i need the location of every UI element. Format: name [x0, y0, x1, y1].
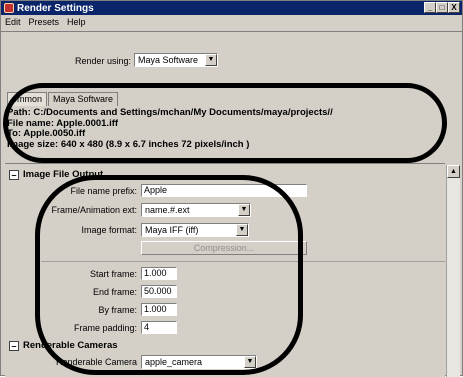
render-using-label: Render using: [75, 56, 132, 66]
output-to: To: Apple.0050.iff [7, 128, 86, 139]
render-using-dropdown[interactable]: Maya Software ▼ [134, 53, 218, 67]
renderable-cameras-header[interactable]: – Renderable Cameras [9, 340, 118, 351]
scroll-up-icon[interactable]: ▲ [447, 165, 460, 178]
minimize-button[interactable]: _ [424, 2, 436, 13]
start-frame-input[interactable]: 1.000 [141, 267, 177, 280]
chevron-down-icon: ▼ [244, 356, 256, 368]
by-frame-label: By frame: [98, 305, 137, 315]
image-format-value: Maya IFF (iff) [145, 225, 199, 235]
file-name-prefix-label: File name prefix: [70, 186, 137, 196]
chevron-down-icon: ▼ [238, 204, 250, 216]
render-using-value: Maya Software [138, 55, 199, 65]
start-frame-label: Start frame: [89, 269, 137, 279]
renderable-camera-dropdown[interactable]: apple_camera ▼ [141, 355, 257, 369]
by-frame-input[interactable]: 1.000 [141, 303, 177, 316]
menu-presets[interactable]: Presets [29, 17, 60, 27]
file-name-prefix-input[interactable]: Apple [141, 184, 307, 197]
image-format-label: Image format: [81, 225, 137, 235]
collapse-icon[interactable]: – [9, 169, 19, 180]
tab-strip: ommon Maya Software [7, 92, 119, 106]
frame-animation-ext-label: Frame/Animation ext: [51, 205, 137, 215]
render-settings-window: Render Settings _ □ X Edit Presets Help … [0, 0, 463, 377]
end-frame-label: End frame: [92, 287, 137, 297]
chevron-down-icon: ▼ [205, 54, 217, 66]
compression-button: Compression... [141, 241, 307, 255]
renderable-cameras-title: Renderable Cameras [23, 340, 118, 351]
tab-maya-software[interactable]: Maya Software [48, 92, 119, 106]
end-frame-input[interactable]: 50.000 [141, 285, 177, 298]
frame-animation-ext-dropdown[interactable]: name.#.ext ▼ [141, 203, 251, 217]
frame-animation-ext-value: name.#.ext [145, 205, 190, 215]
output-image-size: Image size: 640 x 480 (8.9 x 6.7 inches … [7, 138, 250, 150]
vertical-scrollbar[interactable]: ▲ [446, 165, 460, 377]
maya-app-icon [4, 3, 14, 13]
tab-common[interactable]: ommon [7, 92, 48, 106]
frame-padding-label: Frame padding: [73, 323, 137, 333]
output-path: Path: C:/Documents and Settings/mchan/My… [7, 107, 333, 118]
render-using-row: Render using: Maya Software ▼ [1, 31, 462, 91]
image-file-output-header[interactable]: – Image File Output [9, 169, 103, 180]
output-info: Path: C:/Documents and Settings/mchan/My… [7, 107, 333, 150]
title-bar[interactable]: Render Settings _ □ X [1, 1, 462, 15]
renderable-camera-value: apple_camera [145, 357, 203, 367]
menu-edit[interactable]: Edit [5, 17, 21, 27]
maximize-button[interactable]: □ [436, 2, 448, 13]
window-title: Render Settings [17, 2, 94, 14]
collapse-icon[interactable]: – [9, 340, 19, 351]
close-button[interactable]: X [448, 2, 460, 13]
chevron-down-icon: ▼ [236, 224, 248, 236]
renderable-camera-label: Renderable Camera [55, 357, 137, 367]
menu-bar: Edit Presets Help [1, 15, 462, 29]
image-file-output-title: Image File Output [23, 169, 104, 180]
window-controls: _ □ X [424, 2, 460, 13]
menu-help[interactable]: Help [67, 17, 86, 27]
section-divider [41, 261, 445, 262]
image-format-dropdown[interactable]: Maya IFF (iff) ▼ [141, 223, 249, 237]
frame-padding-input[interactable]: 4 [141, 321, 177, 334]
